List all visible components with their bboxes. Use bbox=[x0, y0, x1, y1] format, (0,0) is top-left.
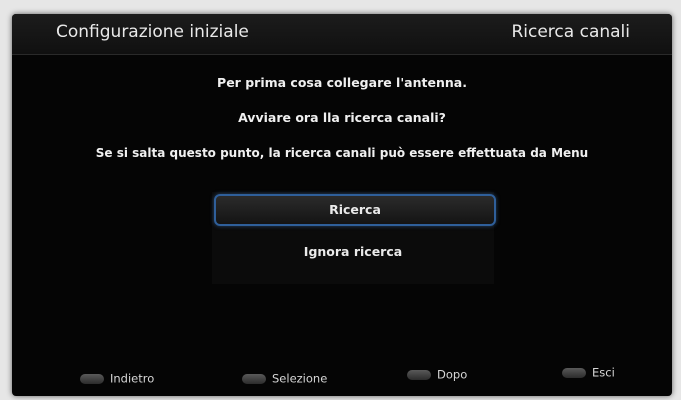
footer-next-label: Dopo bbox=[437, 367, 468, 382]
options-menu: Ricerca Ignora ricerca bbox=[212, 192, 496, 284]
exit-key-icon bbox=[562, 367, 586, 378]
search-button[interactable]: Ricerca bbox=[214, 194, 496, 226]
message-skip-info: Se si salta questo punto, la ricerca can… bbox=[95, 146, 589, 160]
back-key-icon bbox=[80, 373, 104, 384]
message-connect-antenna: Per prima cosa collegare l'antenna. bbox=[217, 75, 467, 90]
footer-back-label: Indietro bbox=[110, 371, 155, 386]
footer-select[interactable]: Selezione bbox=[242, 368, 327, 386]
ok-key-icon bbox=[242, 373, 266, 384]
next-key-icon bbox=[407, 369, 431, 380]
header-bar: Configurazione iniziale Ricerca canali bbox=[12, 14, 672, 55]
page-title: Configurazione iniziale bbox=[56, 22, 249, 42]
footer-exit[interactable]: Esci bbox=[562, 362, 615, 380]
message-start-search: Avviare ora lla ricerca canali? bbox=[238, 110, 446, 125]
footer-exit-label: Esci bbox=[592, 365, 615, 380]
section-title: Ricerca canali bbox=[511, 22, 630, 42]
footer-select-label: Selezione bbox=[272, 371, 328, 386]
skip-search-button[interactable]: Ignora ricerca bbox=[212, 237, 494, 267]
footer-next[interactable]: Dopo bbox=[407, 364, 467, 382]
footer-back[interactable]: Indietro bbox=[80, 368, 154, 386]
tv-screen: Configurazione iniziale Ricerca canali P… bbox=[12, 14, 672, 396]
